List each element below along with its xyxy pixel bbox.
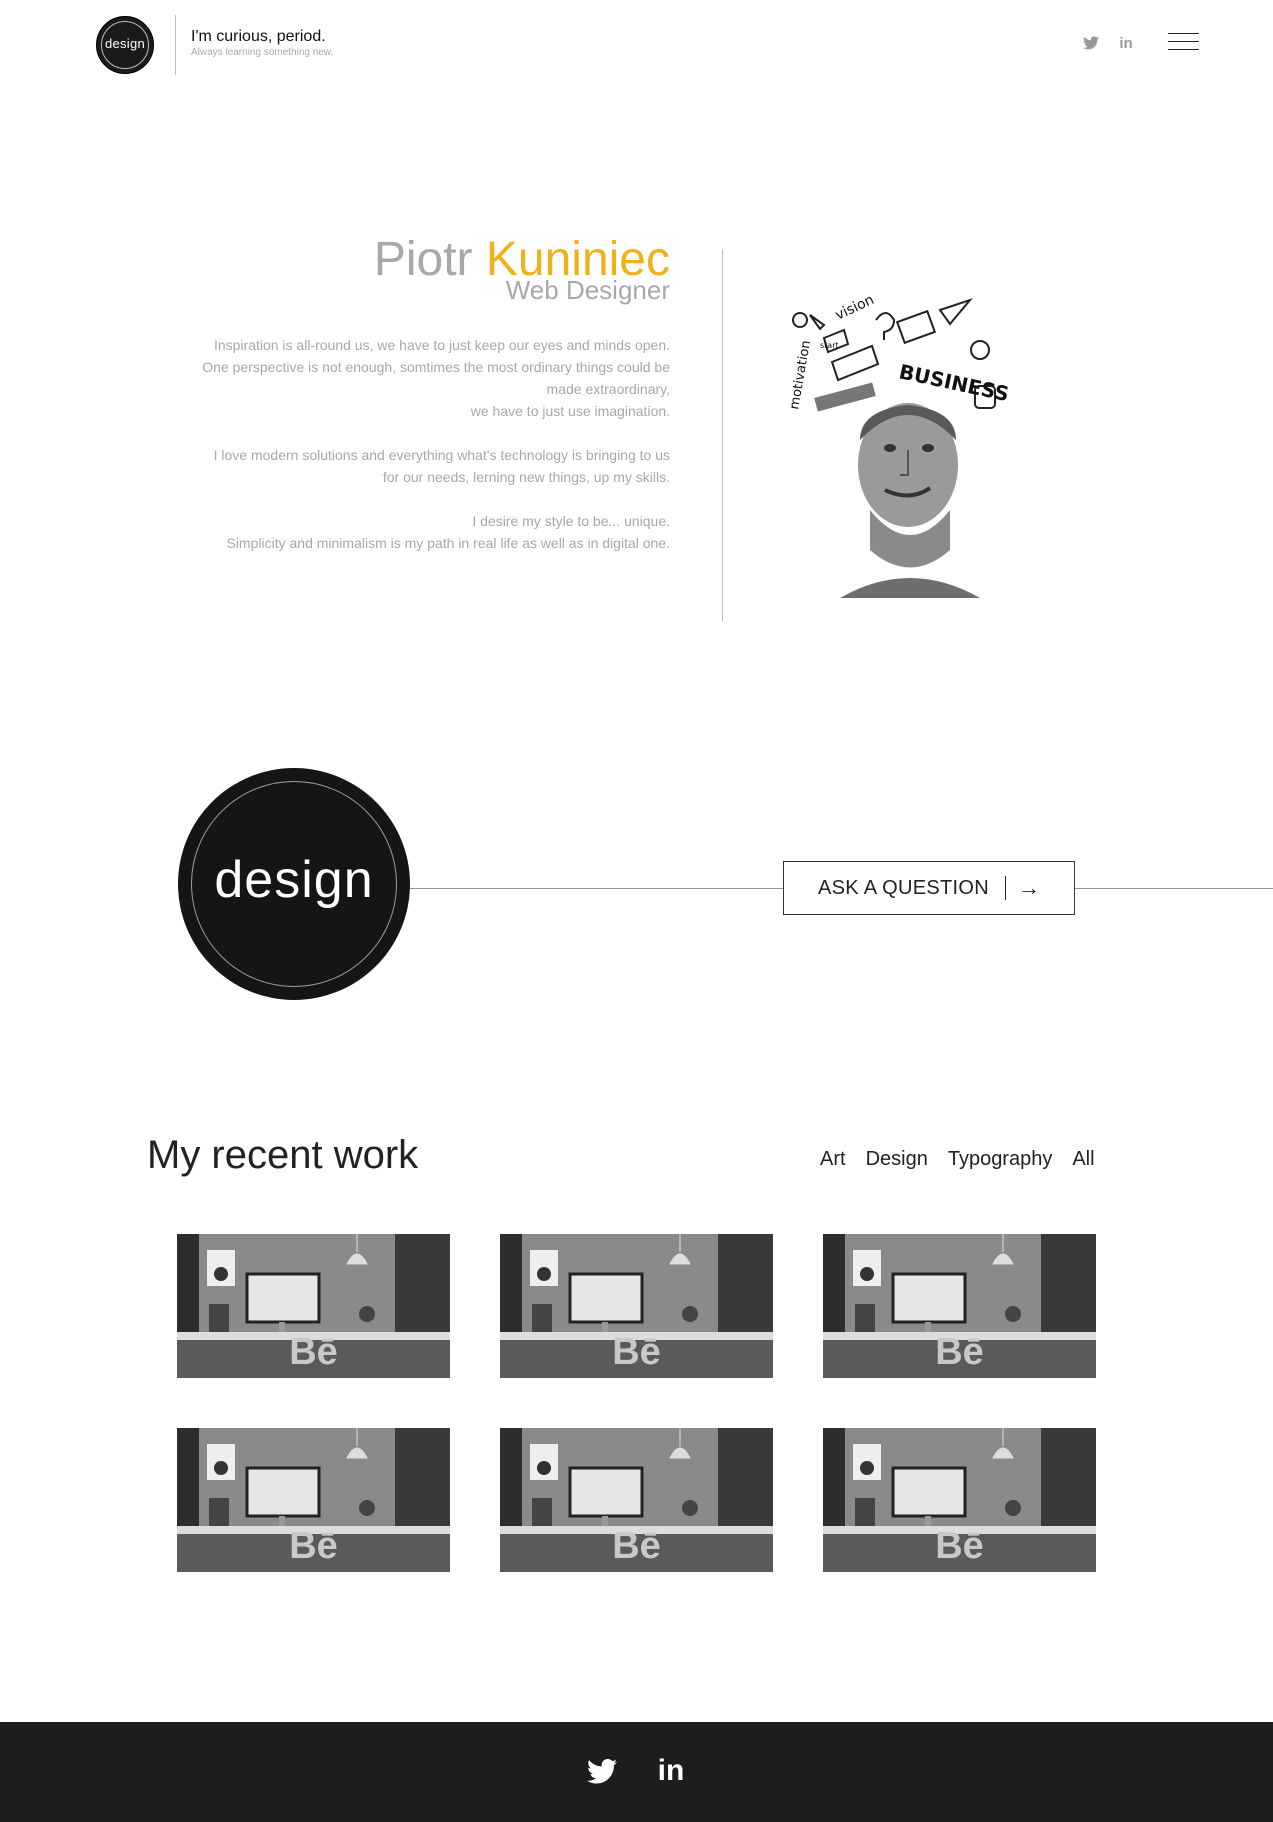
bio: Inspiration is all-round us, we have to … (200, 334, 670, 576)
work-filters: Art Design Typography All (820, 1148, 1095, 1171)
subtagline: Always learning something new. (191, 47, 334, 58)
work-thumbnail[interactable]: Bē (500, 1234, 773, 1378)
twitter-icon[interactable] (1082, 33, 1100, 53)
logo-text: design (104, 36, 146, 51)
recent-work-title: My recent work (147, 1133, 419, 1177)
bio-paragraph: I love modern solutions and everything w… (213, 447, 670, 485)
filter-all[interactable]: All (1072, 1148, 1094, 1171)
bio-paragraph: I desire my style to be... unique. Simpl… (226, 513, 670, 551)
portrait-word: vision (833, 292, 877, 324)
header-divider (175, 15, 176, 75)
behance-icon: Bē (935, 1525, 984, 1567)
site-footer: in (0, 1722, 1273, 1822)
brand-logo-text: design (214, 851, 374, 909)
logo[interactable]: design (96, 16, 154, 74)
portrait-word: start (820, 341, 839, 350)
work-thumbnail[interactable]: Bē (823, 1428, 1096, 1572)
hamburger-menu-icon[interactable] (1168, 33, 1199, 53)
work-thumbnail[interactable]: Bē (500, 1428, 773, 1572)
work-thumbnail[interactable]: Bē (177, 1234, 450, 1378)
filter-art[interactable]: Art (820, 1148, 846, 1171)
behance-icon: Bē (612, 1331, 661, 1373)
intro-divider (722, 249, 723, 621)
portrait-word: motivation (787, 339, 814, 410)
arrow-right-icon: → (1017, 875, 1040, 900)
button-separator (1004, 876, 1006, 900)
work-thumbnail[interactable]: Bē (823, 1234, 1096, 1378)
portrait-word: BUSINESS (897, 359, 1011, 406)
behance-icon: Bē (935, 1331, 984, 1373)
site-header: design I'm curious, period. Always learn… (0, 0, 1273, 90)
bio-paragraph: Inspiration is all-round us, we have to … (202, 337, 670, 419)
linkedin-icon[interactable]: in (654, 1754, 688, 1788)
tagline: I'm curious, period. (191, 28, 326, 45)
ask-question-label: ASK A QUESTION (818, 876, 989, 899)
brand-logo: design (178, 768, 410, 1000)
filter-design[interactable]: Design (866, 1148, 928, 1171)
work-thumbnail[interactable]: Bē (177, 1428, 450, 1572)
twitter-icon[interactable] (585, 1754, 619, 1788)
behance-icon: Bē (289, 1331, 338, 1373)
job-title: Web Designer (505, 275, 670, 305)
filter-typography[interactable]: Typography (948, 1148, 1053, 1171)
portrait-illustration: vision motivation start BUSINESS (780, 290, 1020, 610)
behance-icon: Bē (289, 1525, 338, 1567)
behance-icon: Bē (612, 1525, 661, 1567)
ask-question-button[interactable]: ASK A QUESTION → (783, 861, 1075, 915)
linkedin-icon[interactable]: in (1116, 33, 1136, 53)
